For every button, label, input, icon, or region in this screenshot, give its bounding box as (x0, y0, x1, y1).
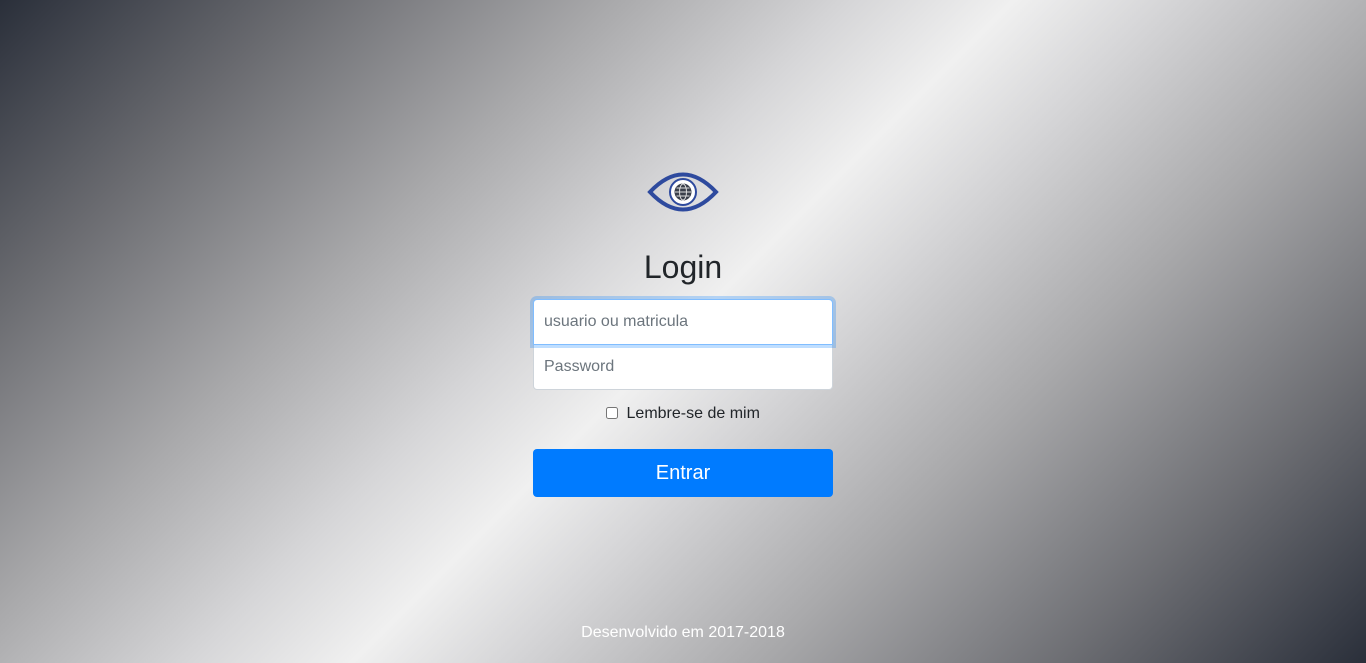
login-button[interactable]: Entrar (533, 449, 833, 497)
remember-me: Lembre-se de mim (533, 404, 833, 424)
footer-text: Desenvolvido em 2017-2018 (581, 624, 785, 641)
remember-me-checkbox[interactable] (606, 407, 619, 419)
eye-globe-icon (647, 172, 719, 212)
credentials-group (533, 299, 833, 390)
username-input[interactable] (533, 299, 833, 345)
password-input[interactable] (533, 344, 833, 390)
remember-me-label[interactable]: Lembre-se de mim (627, 405, 760, 422)
login-form: Login Lembre-se de mim Entrar (533, 165, 833, 497)
page-title: Login (643, 249, 723, 285)
